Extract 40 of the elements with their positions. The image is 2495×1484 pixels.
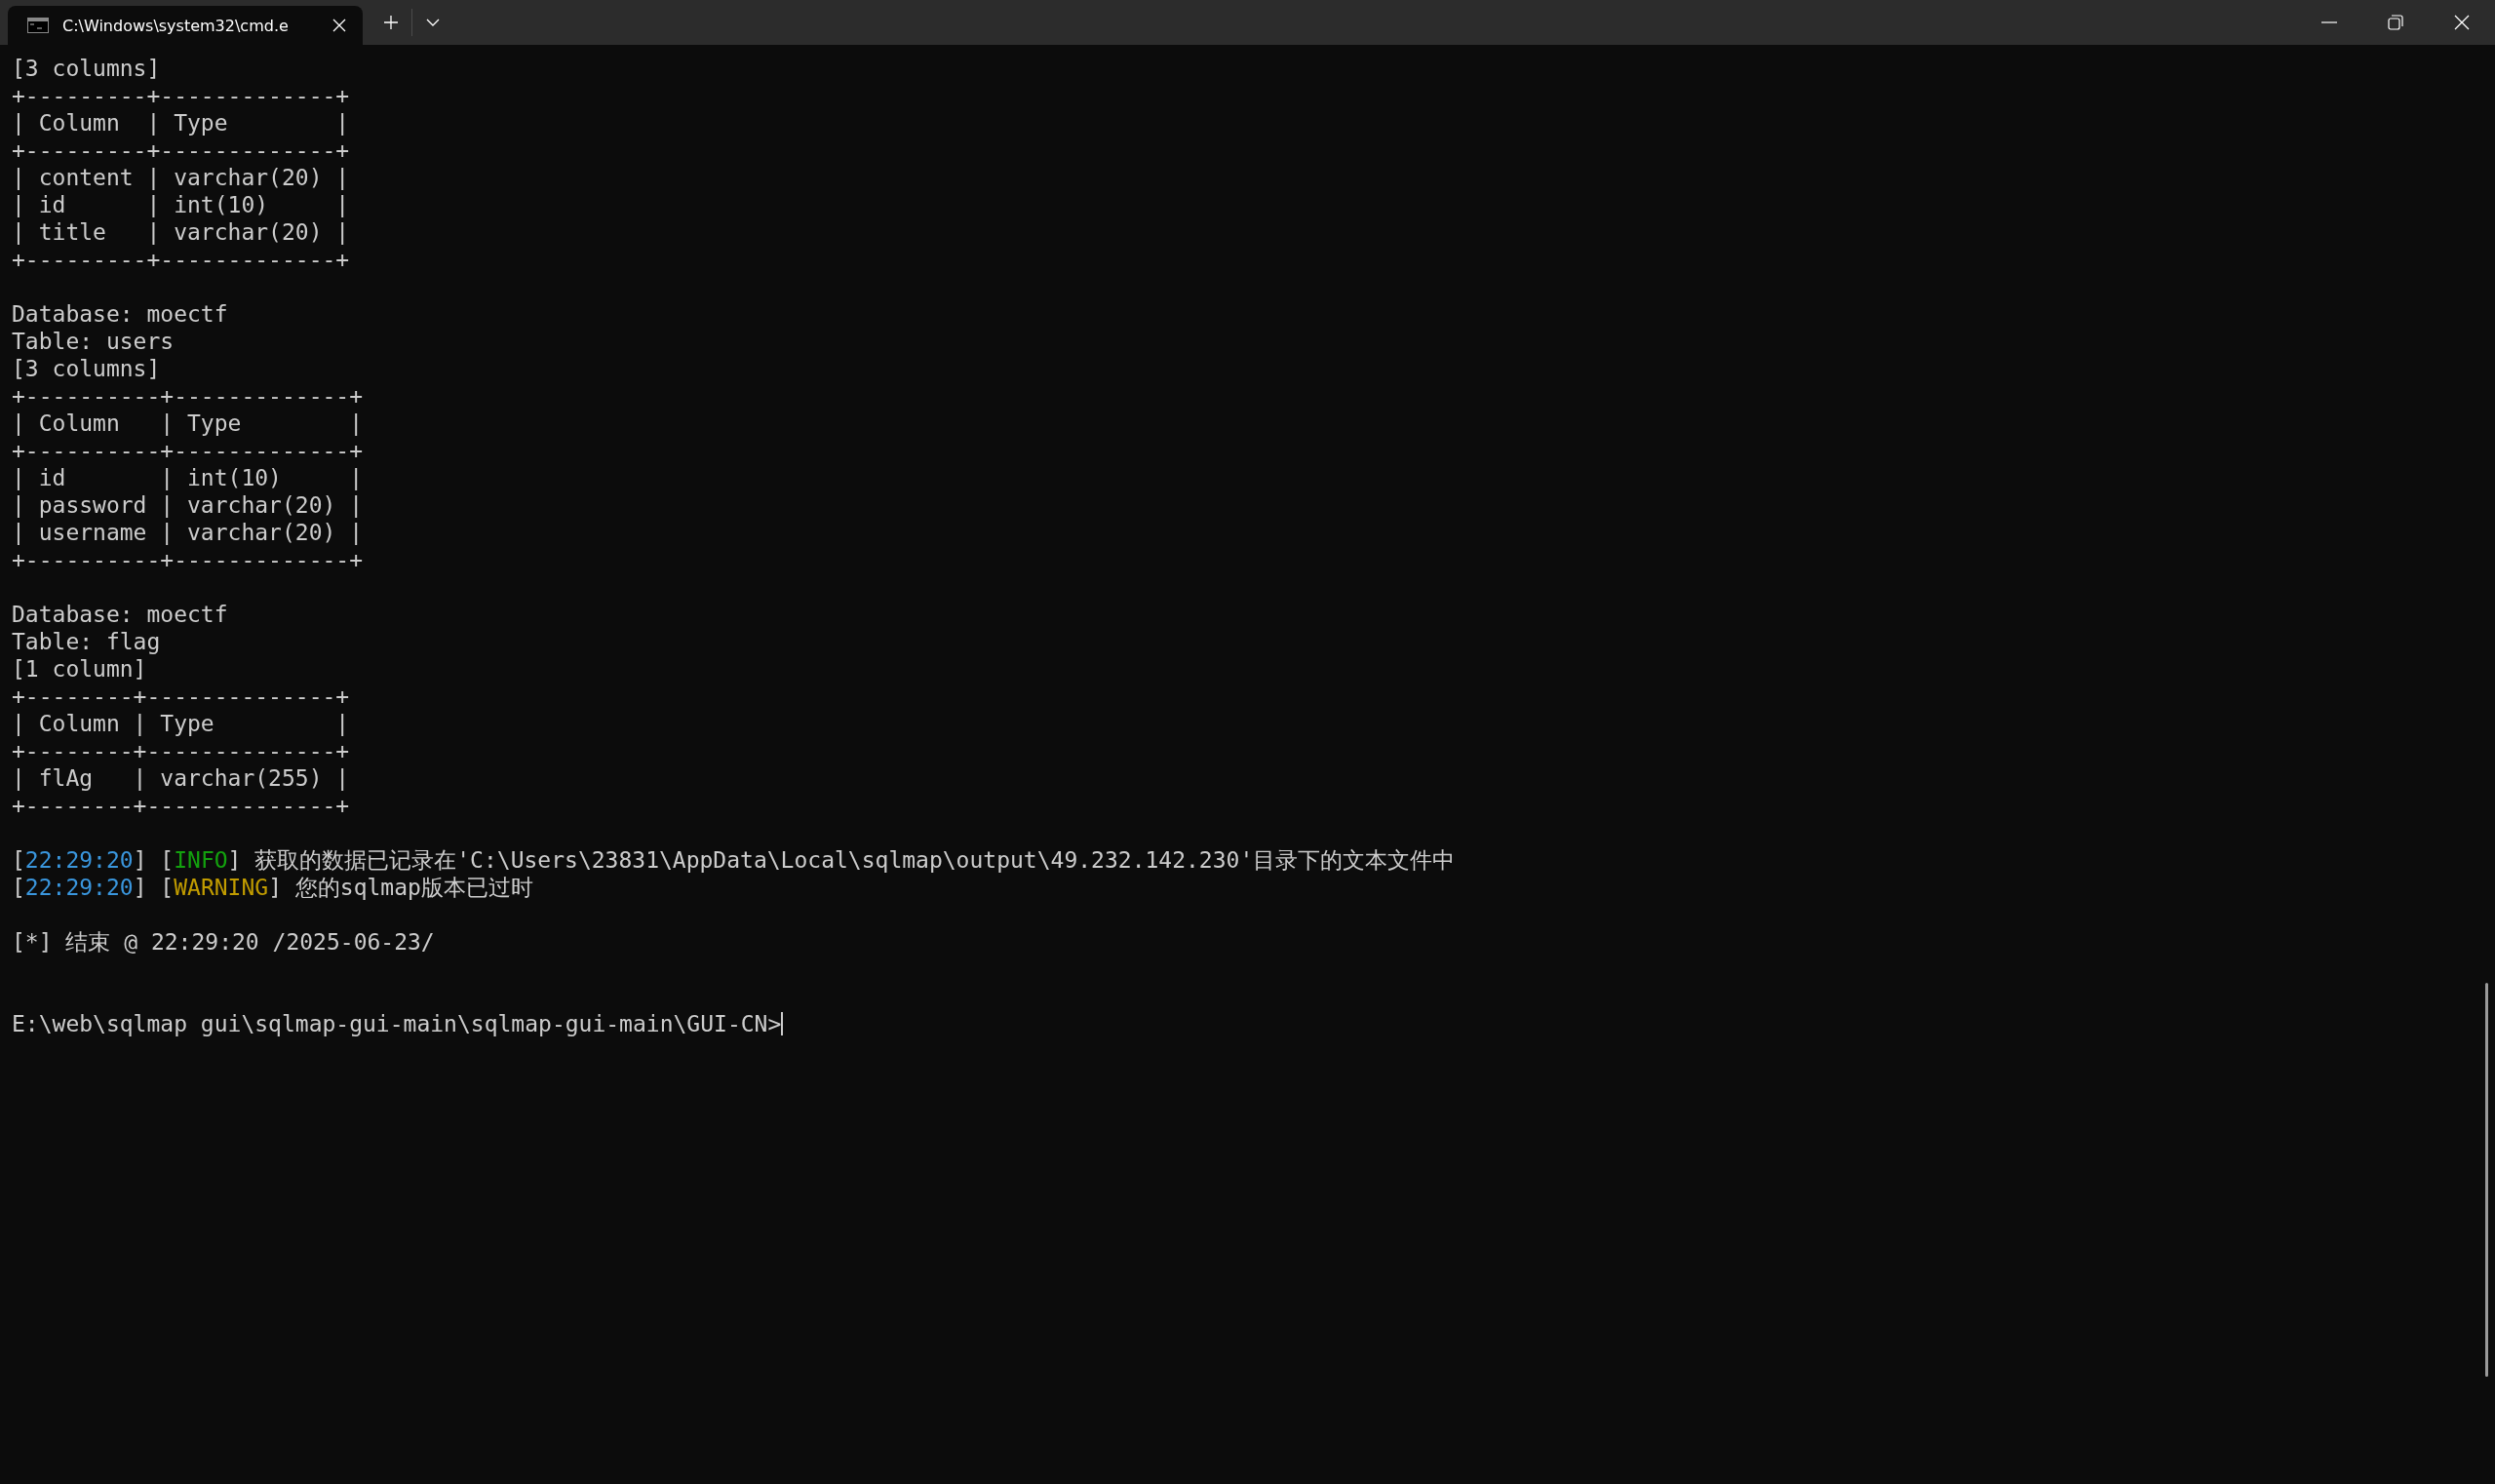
- terminal-line: | Column | Type |: [12, 410, 365, 437]
- minimize-icon: [2321, 21, 2337, 23]
- terminal-line: | id | int(10) |: [12, 191, 351, 218]
- terminal-line: | Column | Type |: [12, 109, 351, 137]
- terminal-line: | Column | Type |: [12, 710, 351, 737]
- chevron-down-icon: [426, 19, 440, 26]
- tab-title: C:\Windows\system32\cmd.e: [62, 16, 290, 35]
- log-line: [22:29:20] [INFO] 获取的数据已记录在'C:\Users\23831\AppData\Local\sqlmap\output\49.232.142.230'目录下的文本文件中: [12, 846, 1457, 874]
- console-icon: [27, 18, 49, 33]
- terminal-line: | title | varchar(20) |: [12, 218, 351, 246]
- terminal-line: [1 column]: [12, 655, 148, 683]
- log-line: [22:29:20] [WARNING] 您的sqlmap版本已过时: [12, 874, 534, 901]
- terminal-line: Table: flag: [12, 628, 162, 655]
- terminal-line: +---------+-------------+: [12, 82, 351, 109]
- terminal-line: | username | varchar(20) |: [12, 519, 365, 546]
- close-icon: [2454, 15, 2470, 30]
- terminal-line: +----------+-------------+: [12, 546, 365, 573]
- terminal-line: [*] 结束 @ 22:29:20 /2025-06-23/: [12, 928, 436, 956]
- terminal-line: | flAg | varchar(255) |: [12, 764, 351, 792]
- terminal-line: +--------+--------------+: [12, 792, 351, 819]
- text-cursor: [781, 1012, 784, 1035]
- terminal-line: [3 columns]: [12, 355, 162, 382]
- terminal-line: Database: moectf: [12, 601, 229, 628]
- terminal-line: Database: moectf: [12, 300, 229, 328]
- terminal-line: +---------+-------------+: [12, 137, 351, 164]
- terminal-line: +---------+-------------+: [12, 246, 351, 273]
- command-prompt: E:\web\sqlmap gui\sqlmap-gui-main\sqlmap-gui-main\GUI-CN>: [12, 1010, 782, 1037]
- terminal-line: +--------+--------------+: [12, 683, 351, 710]
- terminal-line: | id | int(10) |: [12, 464, 365, 491]
- terminal-line: | content | varchar(20) |: [12, 164, 351, 191]
- terminal-line: | password | varchar(20) |: [12, 491, 365, 519]
- terminal-line: [3 columns]: [12, 55, 162, 82]
- scrollbar-thumb[interactable]: [2485, 983, 2488, 1377]
- terminal-tab[interactable]: C:\Windows\system32\cmd.e: [8, 6, 363, 45]
- terminal-line: Table: users: [12, 328, 175, 355]
- terminal-line: +----------+-------------+: [12, 437, 365, 464]
- plus-icon: [383, 15, 399, 30]
- terminal-line: +----------+-------------+: [12, 382, 365, 410]
- restore-icon: [2388, 15, 2403, 30]
- terminal-line: +--------+--------------+: [12, 737, 351, 764]
